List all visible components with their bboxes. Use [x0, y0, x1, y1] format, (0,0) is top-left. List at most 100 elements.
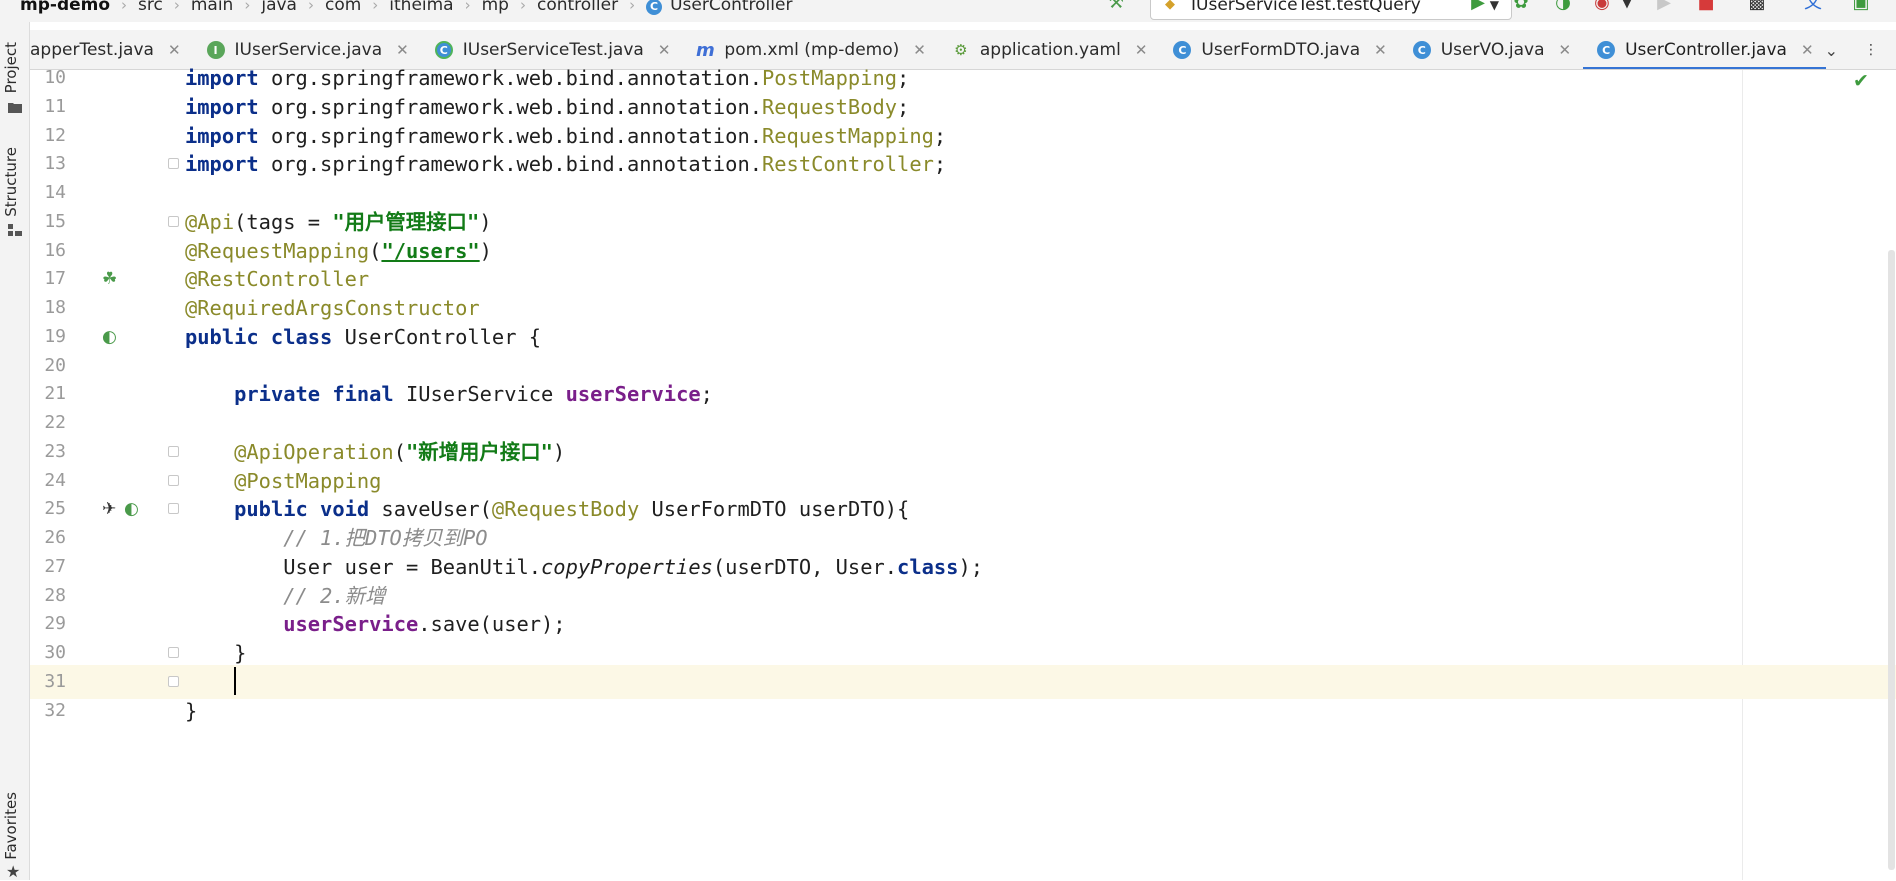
run-panel-icon[interactable]: ▣ — [1848, 0, 1874, 14]
code-token: org.springframework.web.bind.annotation. — [258, 123, 762, 148]
run-configuration-selector[interactable]: ◆ IUserServiceTest.testQuery ▼ — [1150, 0, 1512, 20]
code-token: @RequiredArgsConstructor — [185, 296, 480, 320]
run-icon[interactable]: ▶ — [1466, 0, 1490, 14]
breadcrumb-label: itheima — [389, 0, 454, 15]
code-token: RestController — [762, 152, 934, 177]
fold-marker-icon[interactable] — [168, 675, 179, 687]
vertical-scrollbar[interactable] — [1888, 250, 1895, 870]
close-icon[interactable]: ✕ — [168, 41, 181, 59]
class-icon: C — [1597, 41, 1616, 59]
fold-marker-icon[interactable] — [168, 647, 179, 658]
spring-web-icon[interactable]: ◐ — [124, 500, 142, 518]
project-tool-button[interactable]: Project — [2, 42, 20, 93]
tab-label: IUserServiceTest.java — [462, 40, 644, 60]
tab-label: apperTest.java — [30, 40, 154, 60]
code-token: userService — [565, 382, 701, 407]
code-token: IUserService — [393, 382, 566, 407]
code-token: ) — [479, 209, 492, 234]
close-icon[interactable]: ✕ — [913, 41, 926, 59]
spring-web-icon[interactable]: ◐ — [102, 328, 120, 346]
code-token: org.springframework.web.bind.annotation. — [258, 66, 762, 90]
translate-icon[interactable]: 文 — [1800, 0, 1826, 14]
code-token: class — [897, 554, 959, 579]
profile-dropdown-icon[interactable]: ▼ — [1618, 0, 1636, 14]
breadcrumb-separator: › — [307, 0, 314, 14]
breadcrumb-label: mp-demo — [20, 0, 111, 15]
endpoint-icon[interactable]: ✈ — [102, 500, 120, 518]
code-token: ; — [933, 152, 947, 177]
code-token: import — [185, 94, 259, 119]
maven-icon: m — [696, 39, 715, 61]
tab-label: pom.xml (mp-demo) — [724, 40, 900, 60]
breadcrumb-label: java — [261, 0, 297, 15]
close-icon[interactable]: ✕ — [396, 41, 409, 59]
breadcrumb-item[interactable]: C UserController — [644, 0, 794, 15]
coverage-icon[interactable]: ◑ — [1550, 0, 1576, 14]
breadcrumb-item[interactable]: itheima — [387, 0, 455, 15]
close-icon[interactable]: ✕ — [1374, 41, 1387, 59]
code-token: ) — [479, 238, 492, 263]
code-token: import — [185, 123, 259, 148]
fold-marker-icon[interactable] — [168, 158, 179, 170]
code-token: ( — [393, 439, 406, 464]
breadcrumb: mp-demo › src › main › java › com › itheima › mp › con… — [18, 0, 794, 16]
breadcrumb-item[interactable]: controller — [535, 0, 620, 15]
class-icon: C — [646, 0, 663, 15]
breadcrumb-item[interactable]: main — [189, 0, 235, 15]
profile-icon[interactable]: ◉ — [1590, 0, 1614, 14]
breadcrumb-item[interactable]: java — [259, 0, 299, 15]
structure-icon — [8, 224, 22, 236]
tool-window-strip: Project Structure Favorites ★ — [0, 22, 30, 881]
code-token: UserController { — [332, 324, 542, 349]
code-token: (userDTO, User. — [712, 554, 898, 579]
breadcrumb-label: src — [138, 0, 163, 15]
class-icon: C — [1173, 41, 1192, 59]
code-token: // 1.把DTO拷贝到PO — [283, 526, 488, 550]
code-token: UserFormDTO userDTO){ — [639, 497, 910, 522]
close-icon[interactable]: ✕ — [658, 41, 671, 59]
close-icon[interactable]: ✕ — [1135, 41, 1148, 59]
code-token: ; — [897, 66, 910, 90]
stop-icon[interactable]: ■ — [1694, 0, 1718, 14]
debug-icon[interactable]: ✿ — [1508, 0, 1534, 14]
tab-label: IUserService.java — [234, 40, 383, 60]
chevron-down-icon: ⌄ — [1824, 40, 1838, 60]
code-token: ; — [897, 94, 910, 119]
code-token: // 2.新增 — [283, 583, 386, 608]
code-token: copyProperties — [541, 554, 713, 579]
structure-tool-button[interactable]: Structure — [2, 147, 20, 217]
code-token: (tags = — [234, 209, 333, 234]
fold-marker-icon[interactable] — [168, 474, 179, 486]
tab-label: UserFormDTO.java — [1201, 40, 1361, 60]
favorites-tool-button[interactable]: Favorites — [2, 792, 20, 860]
breadcrumb-item[interactable]: com — [323, 0, 363, 15]
chevron-down-icon: ▼ — [1489, 0, 1499, 12]
breadcrumb-item[interactable]: src — [136, 0, 165, 15]
code-token: "新增用户接口" — [405, 439, 553, 464]
code-token: "/users" — [381, 238, 480, 263]
build-hammer-icon[interactable]: ⚒ — [1104, 0, 1128, 14]
close-icon[interactable]: ✕ — [1559, 41, 1572, 59]
code-token: ( — [369, 238, 382, 263]
breadcrumb-item[interactable]: mp — [480, 0, 511, 15]
breadcrumb-item[interactable]: mp-demo — [18, 0, 112, 15]
breadcrumb-separator: › — [372, 0, 379, 14]
code-token: saveUser( — [369, 497, 492, 522]
project-structure-icon[interactable]: ▩ — [1744, 0, 1770, 14]
fold-marker-icon[interactable] — [168, 445, 179, 457]
close-icon[interactable]: ✕ — [1801, 41, 1814, 59]
spring-bean-icon[interactable]: ☘ — [102, 270, 120, 288]
fold-marker-icon[interactable] — [168, 215, 179, 227]
code-editor[interactable]: 10 import org.springframework.web.bind.an… — [30, 66, 1896, 880]
fold-marker-icon[interactable] — [168, 503, 179, 515]
code-token: @RequestMapping — [185, 238, 370, 263]
code-text: } — [185, 694, 197, 729]
inspection-ok-icon[interactable]: ✔ — [1853, 70, 1869, 92]
code-line[interactable]: 32} — [30, 694, 1896, 729]
